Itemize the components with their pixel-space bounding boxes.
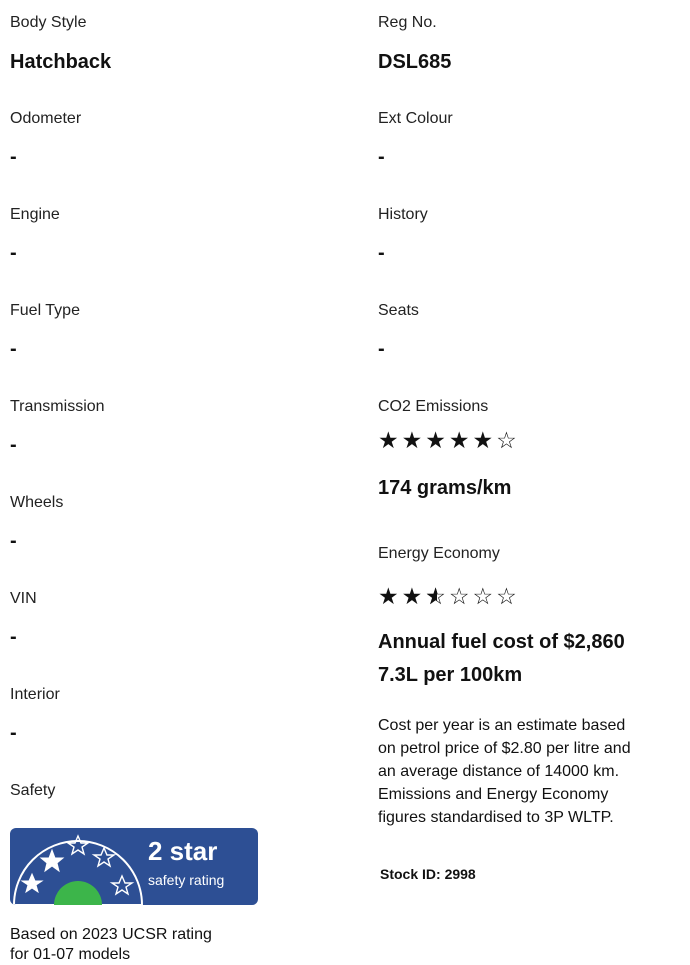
- wheels-label: Wheels: [10, 494, 64, 511]
- energy-star-rating: [378, 583, 520, 609]
- safety-note-line1: Based on 2023 UCSR rating: [10, 926, 212, 943]
- annual-fuel-cost: Annual fuel cost of $2,860: [378, 631, 625, 653]
- energy-economy-label: Energy Economy: [378, 545, 500, 562]
- star-half-icon: [425, 585, 449, 608]
- seats-value: -: [378, 338, 385, 360]
- star-filled-icon: [449, 427, 473, 453]
- fuel-type-label: Fuel Type: [10, 302, 80, 319]
- history-value: -: [378, 242, 385, 264]
- star-empty-icon: [449, 583, 473, 609]
- transmission-label: Transmission: [10, 398, 105, 415]
- body-style-label: Body Style: [10, 14, 87, 31]
- engine-value: -: [10, 242, 17, 264]
- ext-colour-value: -: [378, 146, 385, 168]
- disclaimer-line: Emissions and Energy Economy: [378, 786, 609, 803]
- disclaimer-line: figures standardised to 3P WLTP.: [378, 809, 614, 826]
- disclaimer-line: an average distance of 14000 km.: [378, 763, 620, 780]
- star-filled-icon: [425, 427, 449, 453]
- co2-emissions-value: 174 grams/km: [378, 477, 512, 499]
- ext-colour-label: Ext Colour: [378, 110, 453, 127]
- safety-dial-graphic: [12, 834, 144, 905]
- fuel-type-value: -: [10, 338, 17, 360]
- odometer-value: -: [10, 146, 17, 168]
- star-empty-icon: [496, 427, 520, 453]
- engine-label: Engine: [10, 206, 60, 223]
- star-filled-icon: [378, 583, 402, 609]
- reg-no-value: DSL685: [378, 51, 452, 73]
- star-filled-icon: [473, 427, 497, 453]
- history-label: History: [378, 206, 428, 223]
- wheels-value: -: [10, 530, 17, 552]
- odometer-label: Odometer: [10, 110, 82, 127]
- disclaimer-line: on petrol price of $2.80 per litre and: [378, 740, 631, 757]
- disclaimer-line: Cost per year is an estimate based: [378, 717, 626, 734]
- interior-value: -: [10, 722, 17, 744]
- safety-label: Safety: [10, 782, 56, 799]
- safety-rating-badge: 2 star safety rating: [10, 828, 258, 905]
- safety-badge-subtitle: safety rating: [148, 872, 225, 888]
- vin-value: -: [10, 626, 17, 648]
- seats-label: Seats: [378, 302, 419, 319]
- co2-star-rating: [378, 427, 520, 453]
- star-empty-icon: [496, 583, 520, 609]
- safety-note-line2: for 01-07 models: [10, 946, 131, 963]
- star-empty-icon: [473, 583, 497, 609]
- safety-badge-title: 2 star: [148, 836, 218, 866]
- star-filled-icon: [378, 427, 402, 453]
- vin-label: VIN: [10, 590, 37, 607]
- interior-label: Interior: [10, 686, 60, 703]
- transmission-value: -: [10, 434, 17, 456]
- reg-no-label: Reg No.: [378, 14, 437, 31]
- body-style-value: Hatchback: [10, 51, 112, 73]
- star-filled-icon: [402, 427, 426, 453]
- fuel-consumption: 7.3L per 100km: [378, 664, 523, 686]
- star-filled-icon: [402, 583, 426, 609]
- stock-id: Stock ID: 2998: [380, 866, 476, 882]
- co2-emissions-label: CO2 Emissions: [378, 398, 489, 415]
